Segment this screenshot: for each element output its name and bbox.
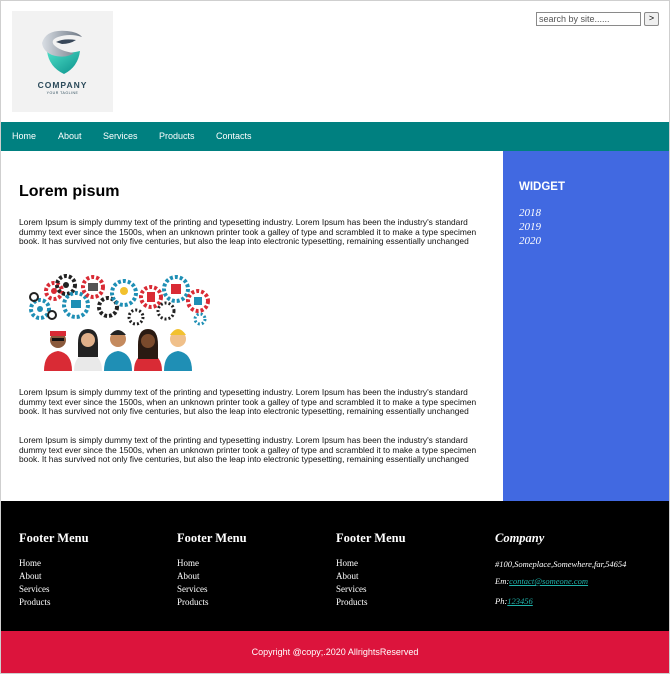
- site-footer: Footer Menu Home About Services Products…: [1, 501, 669, 631]
- nav-item-services[interactable]: Services: [103, 122, 138, 151]
- footer-menu-title: Footer Menu: [177, 531, 247, 545]
- footer-phone-row: Ph:123456: [495, 596, 533, 606]
- search-input[interactable]: [536, 12, 641, 26]
- footer-link-products[interactable]: Products: [336, 597, 368, 607]
- page-title: Lorem pisum: [19, 183, 120, 200]
- copyright-bar: Copyright @copy;.2020 AllrightsReserved: [1, 631, 669, 673]
- footer-link-home[interactable]: Home: [336, 558, 358, 568]
- teamwork-gears-illustration: [29, 274, 210, 371]
- logo-company-name: COMPANY: [37, 80, 88, 90]
- footer-link-services[interactable]: Services: [19, 584, 50, 594]
- footer-link-services[interactable]: Services: [177, 584, 208, 594]
- logo-mark-icon: [42, 30, 82, 74]
- footer-link-products[interactable]: Products: [177, 597, 209, 607]
- content-paragraph: Lorem Ipsum is simply dummy text of the …: [19, 387, 477, 417]
- widget-title: WIDGET: [519, 181, 565, 193]
- footer-menu-title: Footer Menu: [19, 531, 89, 545]
- footer-link-home[interactable]: Home: [19, 558, 41, 568]
- footer-email-row: Em:contact@someone.com: [495, 576, 588, 586]
- email-link[interactable]: contact@someone.com: [509, 576, 588, 586]
- search-button[interactable]: >: [644, 12, 659, 26]
- email-label: Em:: [495, 576, 510, 586]
- nav-item-home[interactable]: Home: [12, 122, 36, 151]
- footer-link-about[interactable]: About: [177, 571, 200, 581]
- main-nav: Home About Services Products Contacts: [1, 122, 669, 151]
- footer-company-title: Company: [495, 531, 545, 545]
- company-logo[interactable]: COMPANY YOUR TAGLINE: [12, 11, 113, 112]
- logo-tagline: YOUR TAGLINE: [46, 91, 79, 95]
- phone-link[interactable]: 123456: [507, 596, 533, 606]
- footer-link-home[interactable]: Home: [177, 558, 199, 568]
- widget-item-2020[interactable]: 2020: [519, 235, 541, 247]
- site-header: COMPANY YOUR TAGLINE >: [1, 1, 669, 122]
- nav-item-about[interactable]: About: [58, 122, 82, 151]
- footer-link-products[interactable]: Products: [19, 597, 51, 607]
- nav-item-contacts[interactable]: Contacts: [216, 122, 252, 151]
- footer-link-about[interactable]: About: [336, 571, 359, 581]
- footer-link-about[interactable]: About: [19, 571, 42, 581]
- footer-address: #100,Someplace,Somewhere,far,54654: [495, 559, 627, 569]
- content-paragraph: Lorem Ipsum is simply dummy text of the …: [19, 435, 477, 465]
- nav-item-products[interactable]: Products: [159, 122, 195, 151]
- footer-menu-title: Footer Menu: [336, 531, 406, 545]
- phone-label: Ph:: [495, 596, 508, 606]
- widget-item-2019[interactable]: 2019: [519, 221, 541, 233]
- main-content: Lorem pisum Lorem Ipsum is simply dummy …: [1, 151, 503, 501]
- page-frame: COMPANY YOUR TAGLINE > Home About Servic…: [0, 0, 670, 674]
- widget-item-2018[interactable]: 2018: [519, 207, 541, 219]
- people-group: [44, 329, 192, 371]
- sidebar-widget: WIDGET 2018 2019 2020: [503, 151, 669, 501]
- footer-link-services[interactable]: Services: [336, 584, 367, 594]
- content-paragraph: Lorem Ipsum is simply dummy text of the …: [19, 217, 477, 247]
- gears-group: [29, 274, 210, 326]
